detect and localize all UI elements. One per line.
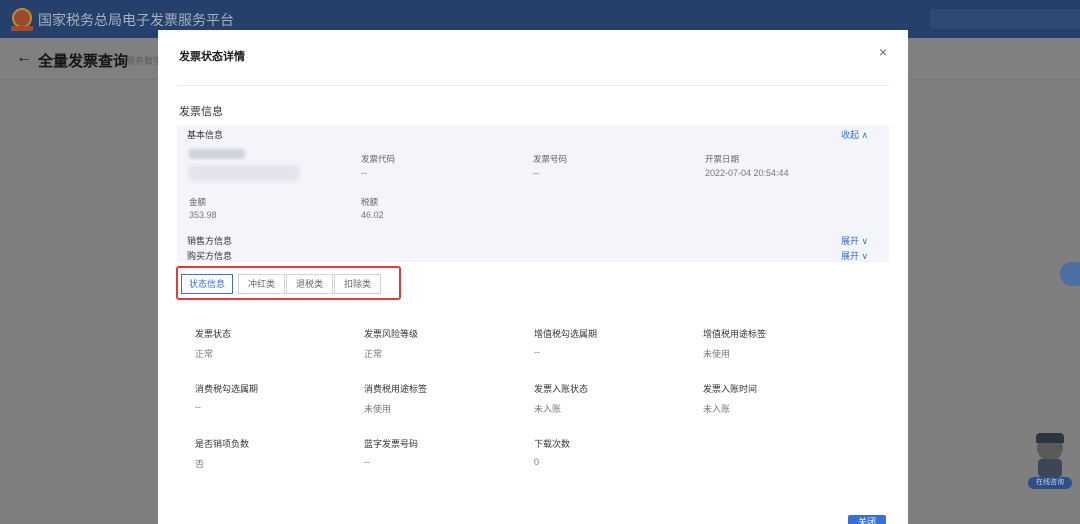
tab-red-offset[interactable]: 冲红类 bbox=[238, 274, 285, 294]
breadcrumb: 税务数字 bbox=[126, 56, 163, 66]
collapse-toggle[interactable]: 收起 ∧ bbox=[841, 128, 868, 141]
assistant-cap-icon bbox=[1036, 433, 1064, 443]
entry-status-value: 未入账 bbox=[534, 404, 562, 414]
assistant-body-icon bbox=[1038, 459, 1062, 477]
entry-time-label: 发票入账时间 bbox=[703, 384, 758, 394]
page-title: 全量发票查询 bbox=[38, 53, 129, 70]
seller-expand-toggle[interactable]: 展开 ∨ bbox=[841, 234, 868, 247]
tax-value: 46.02 bbox=[361, 210, 384, 220]
tax-emblem-icon bbox=[12, 8, 32, 28]
side-float-button[interactable] bbox=[1060, 262, 1080, 286]
redacted-taxid bbox=[189, 165, 299, 181]
issue-date-label: 开票日期 bbox=[705, 154, 740, 164]
invoice-code-label: 发票代码 bbox=[361, 154, 396, 164]
invoice-status-modal: 发票状态详情 × 发票信息 基本信息 收起 ∧ 发票代码 -- 发票号码 -- … bbox=[158, 30, 908, 524]
modal-header: 发票状态详情 × bbox=[158, 30, 908, 86]
blue-invoice-value: -- bbox=[364, 457, 370, 467]
section-title: 发票信息 bbox=[179, 106, 223, 118]
invoice-code-value: -- bbox=[361, 168, 367, 178]
tab-status-info[interactable]: 状态信息 bbox=[181, 274, 233, 294]
assistant-avatar[interactable]: 在线咨询 bbox=[1028, 433, 1072, 489]
redacted-name bbox=[189, 149, 245, 159]
tax-emblem-base bbox=[11, 26, 33, 31]
invoice-status-value: 正常 bbox=[195, 349, 214, 359]
modal-title: 发票状态详情 bbox=[179, 51, 245, 63]
amount-label: 金额 bbox=[189, 197, 207, 207]
consumption-usage-label: 消费税用途标签 bbox=[364, 384, 428, 394]
entry-status-label: 发票入账状态 bbox=[534, 384, 589, 394]
download-count-label: 下载次数 bbox=[534, 439, 571, 449]
issue-date-value: 2022-07-04 20:54:44 bbox=[705, 168, 789, 178]
negative-value: 否 bbox=[195, 459, 205, 469]
header-search-area bbox=[930, 9, 1080, 29]
blue-invoice-label: 蓝字发票号码 bbox=[364, 439, 419, 449]
buyer-expand-toggle[interactable]: 展开 ∨ bbox=[841, 249, 868, 262]
divider bbox=[177, 85, 889, 86]
consumption-period-value: -- bbox=[195, 402, 201, 412]
invoice-number-value: -- bbox=[533, 168, 539, 178]
close-button[interactable]: 关闭 bbox=[848, 515, 886, 524]
invoice-number-label: 发票号码 bbox=[533, 154, 568, 164]
basic-info-title: 基本信息 bbox=[187, 130, 224, 140]
vat-usage-value: 未使用 bbox=[703, 349, 731, 359]
close-icon[interactable]: × bbox=[879, 44, 887, 60]
app-title: 国家税务总局电子发票服务平台 bbox=[38, 12, 234, 28]
basic-info-panel: 基本信息 收起 ∧ 发票代码 -- 发票号码 -- 开票日期 2022-07-0… bbox=[177, 125, 889, 262]
tab-deduction[interactable]: 扣除类 bbox=[334, 274, 381, 294]
entry-time-value: 未入账 bbox=[703, 404, 731, 414]
consumption-usage-value: 未使用 bbox=[364, 404, 392, 414]
assistant-label: 在线咨询 bbox=[1028, 477, 1072, 489]
download-count-value: 0 bbox=[534, 457, 540, 467]
vat-period-label: 增值税勾选属期 bbox=[534, 329, 598, 339]
consumption-period-label: 消费税勾选属期 bbox=[195, 384, 259, 394]
vat-period-value: -- bbox=[534, 347, 540, 357]
negative-label: 是否销项负数 bbox=[195, 439, 250, 449]
seller-info-title: 销售方信息 bbox=[187, 236, 233, 246]
buyer-info-title: 购买方信息 bbox=[187, 251, 233, 261]
amount-value: 353.98 bbox=[189, 210, 217, 220]
tab-tax-refund[interactable]: 退税类 bbox=[286, 274, 333, 294]
risk-level-value: 正常 bbox=[364, 349, 383, 359]
vat-usage-label: 增值税用途标签 bbox=[703, 329, 767, 339]
back-arrow-icon[interactable]: ← bbox=[16, 49, 32, 67]
invoice-status-label: 发票状态 bbox=[195, 329, 232, 339]
risk-level-label: 发票风险等级 bbox=[364, 329, 419, 339]
tax-label: 税额 bbox=[361, 197, 379, 207]
